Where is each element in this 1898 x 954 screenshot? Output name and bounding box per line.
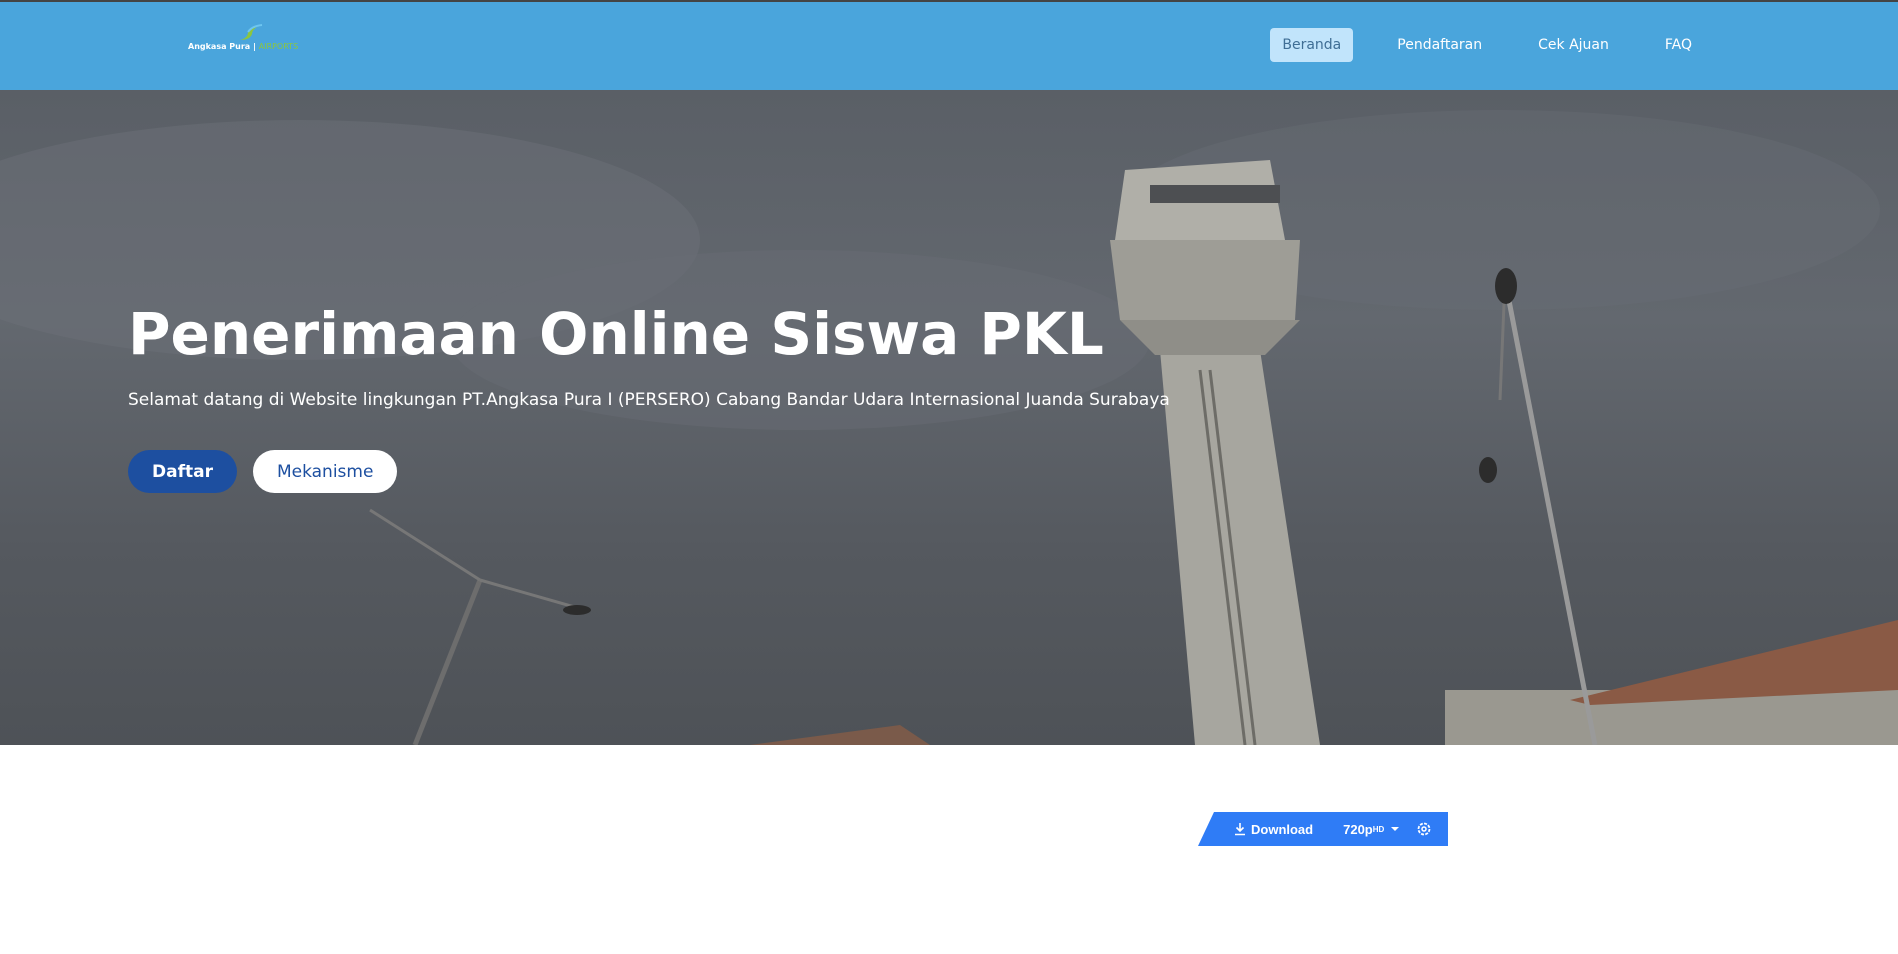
mekanisme-button[interactable]: Mekanisme: [252, 450, 398, 493]
nav-links: Beranda Pendaftaran Cek Ajuan FAQ: [1270, 28, 1898, 62]
hd-badge: HD: [1372, 824, 1385, 834]
download-label: Download: [1251, 821, 1314, 837]
nav-faq[interactable]: FAQ: [1653, 28, 1704, 62]
logo[interactable]: Angkasa Pura | AIRPORTS: [188, 24, 298, 58]
settings-button[interactable]: [1416, 821, 1432, 837]
nav-cek-ajuan[interactable]: Cek Ajuan: [1526, 28, 1621, 62]
hero-title: Penerimaan Online Siswa PKL: [128, 300, 1104, 368]
download-icon: [1235, 823, 1245, 836]
logo-text: Angkasa Pura | AIRPORTS: [188, 42, 299, 51]
nav-pendaftaran[interactable]: Pendaftaran: [1385, 28, 1494, 62]
hero-subtitle: Selamat datang di Website lingkungan PT.…: [128, 390, 1170, 410]
quality-selector[interactable]: 720p HD: [1343, 822, 1402, 837]
gear-icon: [1417, 822, 1431, 836]
navbar: Angkasa Pura | AIRPORTS Beranda Pendafta…: [0, 2, 1898, 90]
caret-down-icon: [1391, 827, 1400, 831]
hero-section: Penerimaan Online Siswa PKL Selamat data…: [0, 90, 1898, 745]
download-button[interactable]: Download: [1234, 822, 1313, 837]
video-download-toolbar: Download 720p HD: [1198, 812, 1448, 846]
daftar-button[interactable]: Daftar: [128, 450, 237, 493]
hero-content: Penerimaan Online Siswa PKL Selamat data…: [128, 300, 1170, 493]
quality-label: 720p: [1343, 821, 1373, 837]
nav-beranda[interactable]: Beranda: [1270, 28, 1354, 62]
logo-mark-icon: [240, 24, 263, 40]
